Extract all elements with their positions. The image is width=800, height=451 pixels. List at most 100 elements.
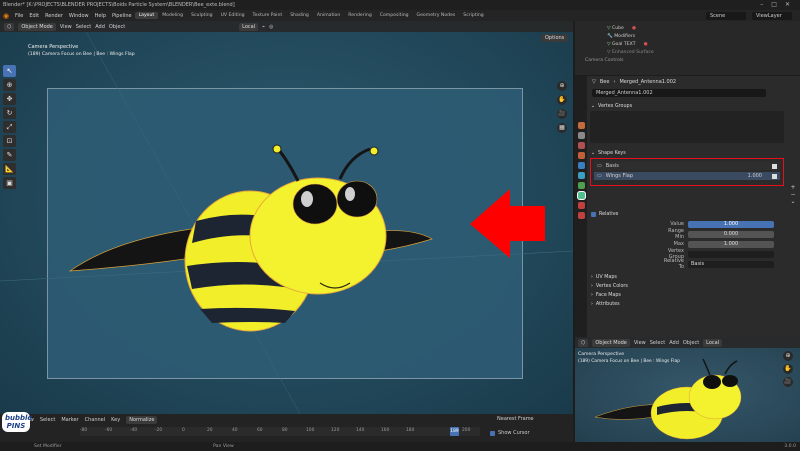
minimize-icon[interactable]: – xyxy=(760,1,771,8)
tab-compositing[interactable]: Compositing xyxy=(376,12,413,19)
preview-menu-object[interactable]: Object xyxy=(683,340,699,346)
tab-layout[interactable]: Layout xyxy=(134,12,159,19)
rotate-tool-icon[interactable]: ↻ xyxy=(3,107,16,119)
scene-tab-icon[interactable] xyxy=(577,142,585,149)
preview-menu-select[interactable]: Select xyxy=(650,340,665,346)
vertex-group-field[interactable] xyxy=(688,250,774,258)
mesh-data-tab-icon[interactable] xyxy=(577,192,585,199)
vertex-groups-panel-header[interactable]: ⌄ Vertex Groups xyxy=(588,102,786,111)
menu-render[interactable]: Render xyxy=(42,13,66,19)
outliner-row-goal-text[interactable]: ▽ Goal TEXT ● xyxy=(607,41,800,49)
particles-tab-icon[interactable] xyxy=(577,172,585,179)
orientation-dropdown[interactable]: Local xyxy=(239,22,259,31)
shape-key-row-basis[interactable]: ▭ Basis xyxy=(594,162,780,170)
relative-to-field[interactable]: Basis xyxy=(688,260,774,268)
checkbox-checked-icon[interactable] xyxy=(490,430,495,436)
tab-shading[interactable]: Shading xyxy=(286,12,313,19)
editor-type-icon[interactable]: ⬡ xyxy=(578,338,589,347)
preview-menu-add[interactable]: Add xyxy=(669,340,679,346)
menu-pipeline[interactable]: Pipeline xyxy=(109,13,135,19)
menu-window[interactable]: Window xyxy=(66,13,92,19)
viewport-menu-object[interactable]: Object xyxy=(109,24,125,30)
view-layer-field[interactable]: ViewLayer xyxy=(752,11,792,20)
editor-type-icon[interactable]: ⬡ xyxy=(4,22,15,31)
modifier-tab-icon[interactable] xyxy=(577,162,585,169)
mode-dropdown[interactable]: Object Mode xyxy=(18,22,56,31)
shape-keys-list-highlighted[interactable]: ▭ Basis ▭ Wings Flap 1.000 xyxy=(590,158,784,186)
pan-hand-icon[interactable]: ✋ xyxy=(783,364,793,374)
outliner-row-cube[interactable]: ▽ Cube ● xyxy=(607,25,800,33)
grid-view-icon[interactable]: ▦ xyxy=(557,123,567,133)
current-frame-indicator[interactable]: 189 xyxy=(450,427,459,436)
camera-view-icon[interactable]: 🎥 xyxy=(557,109,567,119)
range-min-field[interactable]: 0.000 xyxy=(688,230,774,238)
object-tab-icon[interactable] xyxy=(577,152,585,159)
measure-tool-icon[interactable]: 📐 xyxy=(3,163,16,175)
output-tab-icon[interactable] xyxy=(577,132,585,139)
camera-view-icon[interactable]: 🎥 xyxy=(783,377,793,387)
timeline-menu-marker[interactable]: Marker xyxy=(61,417,78,423)
menu-help[interactable]: Help xyxy=(92,13,109,19)
options-button[interactable]: Options xyxy=(541,34,569,42)
nearest-frame-dropdown[interactable]: Nearest Frame xyxy=(497,416,534,422)
transform-tool-icon[interactable]: ⊡ xyxy=(3,135,16,147)
viewport-menu-select[interactable]: Select xyxy=(76,24,91,30)
show-cursor-option[interactable]: Show Cursor xyxy=(490,430,530,436)
scene-field[interactable]: Scene xyxy=(706,11,746,20)
face-maps-panel-header[interactable]: › Face Maps xyxy=(588,291,786,300)
pan-hand-icon[interactable]: ✋ xyxy=(557,95,567,105)
remove-icon[interactable]: − xyxy=(786,191,800,198)
tab-uv-editing[interactable]: UV Editing xyxy=(217,12,249,19)
timeline-menu-key[interactable]: Key xyxy=(111,417,120,423)
texture-tab-icon[interactable] xyxy=(577,212,585,219)
window-controls[interactable]: –□✕ xyxy=(760,0,798,10)
maximize-icon[interactable]: □ xyxy=(771,1,785,8)
checkbox-checked-icon[interactable] xyxy=(772,163,777,169)
checkbox-checked-icon[interactable] xyxy=(591,212,596,217)
vertex-groups-list[interactable] xyxy=(590,111,784,143)
blender-logo-icon[interactable]: ◉ xyxy=(0,12,12,20)
viewport-menu-view[interactable]: View xyxy=(60,24,72,30)
data-name[interactable]: Merged_Antenna1.002 xyxy=(619,79,676,85)
snap-icon[interactable]: ⌁ xyxy=(262,24,265,30)
viewport-menu-add[interactable]: Add xyxy=(95,24,105,30)
add-icon[interactable]: + xyxy=(786,184,800,191)
shape-key-row-wings-flap[interactable]: ▭ Wings Flap 1.000 xyxy=(594,172,780,180)
value-slider[interactable]: 1.000 xyxy=(688,220,774,228)
menu-file[interactable]: File xyxy=(12,13,26,19)
preview-menu-view[interactable]: View xyxy=(634,340,646,346)
zoom-icon[interactable]: ⊕ xyxy=(557,81,567,91)
mesh-datablock-field[interactable]: Merged_Antenna1.002 xyxy=(592,88,766,97)
camera-preview-viewport[interactable]: ⬡ Object Mode View Select Add Object Loc… xyxy=(575,337,800,442)
physics-tab-icon[interactable] xyxy=(577,182,585,189)
material-tab-icon[interactable] xyxy=(577,202,585,209)
cursor-tool-icon[interactable]: ⊕ xyxy=(3,79,16,91)
object-name[interactable]: Bee xyxy=(600,79,610,85)
outliner-row-enhanced-surface[interactable]: ▽ Enhanced Surface xyxy=(607,49,800,57)
relative-option[interactable]: Relative xyxy=(588,210,786,219)
move-tool-icon[interactable]: ✥ xyxy=(3,93,16,105)
zoom-icon[interactable]: ⊕ xyxy=(783,351,793,361)
render-tab-icon[interactable] xyxy=(577,122,585,129)
orientation-dropdown[interactable]: Local xyxy=(703,338,723,347)
scale-tool-icon[interactable]: ⤢ xyxy=(3,121,16,133)
frame-ruler[interactable]: -80 -60 -40 -20 0 20 40 60 80 100 120 14… xyxy=(80,427,480,436)
tab-modeling[interactable]: Modeling xyxy=(158,12,187,19)
timeline-menu-channel[interactable]: Channel xyxy=(85,417,106,423)
normalize-toggle[interactable]: Normalize xyxy=(126,415,158,424)
select-tool-icon[interactable]: ↖ xyxy=(3,65,16,77)
menu-edit[interactable]: Edit xyxy=(26,13,42,19)
mode-dropdown[interactable]: Object Mode xyxy=(592,338,630,347)
proportional-edit-icon[interactable]: ◎ xyxy=(269,24,273,30)
checkbox-checked-icon[interactable] xyxy=(772,173,777,179)
tab-rendering[interactable]: Rendering xyxy=(344,12,375,19)
shape-keys-panel-header[interactable]: ⌄ Shape Keys xyxy=(588,149,786,158)
chevron-down-icon[interactable]: ⌄ xyxy=(786,198,800,205)
tab-animation[interactable]: Animation xyxy=(313,12,344,19)
attributes-panel-header[interactable]: › Attributes xyxy=(588,300,786,309)
tab-texture-paint[interactable]: Texture Paint xyxy=(249,12,287,19)
annotate-tool-icon[interactable]: ✎ xyxy=(3,149,16,161)
tab-scripting[interactable]: Scripting xyxy=(459,12,487,19)
uv-maps-panel-header[interactable]: › UV Maps xyxy=(588,273,786,282)
outliner-row-camera-controls[interactable]: Camera Controls xyxy=(585,57,800,65)
